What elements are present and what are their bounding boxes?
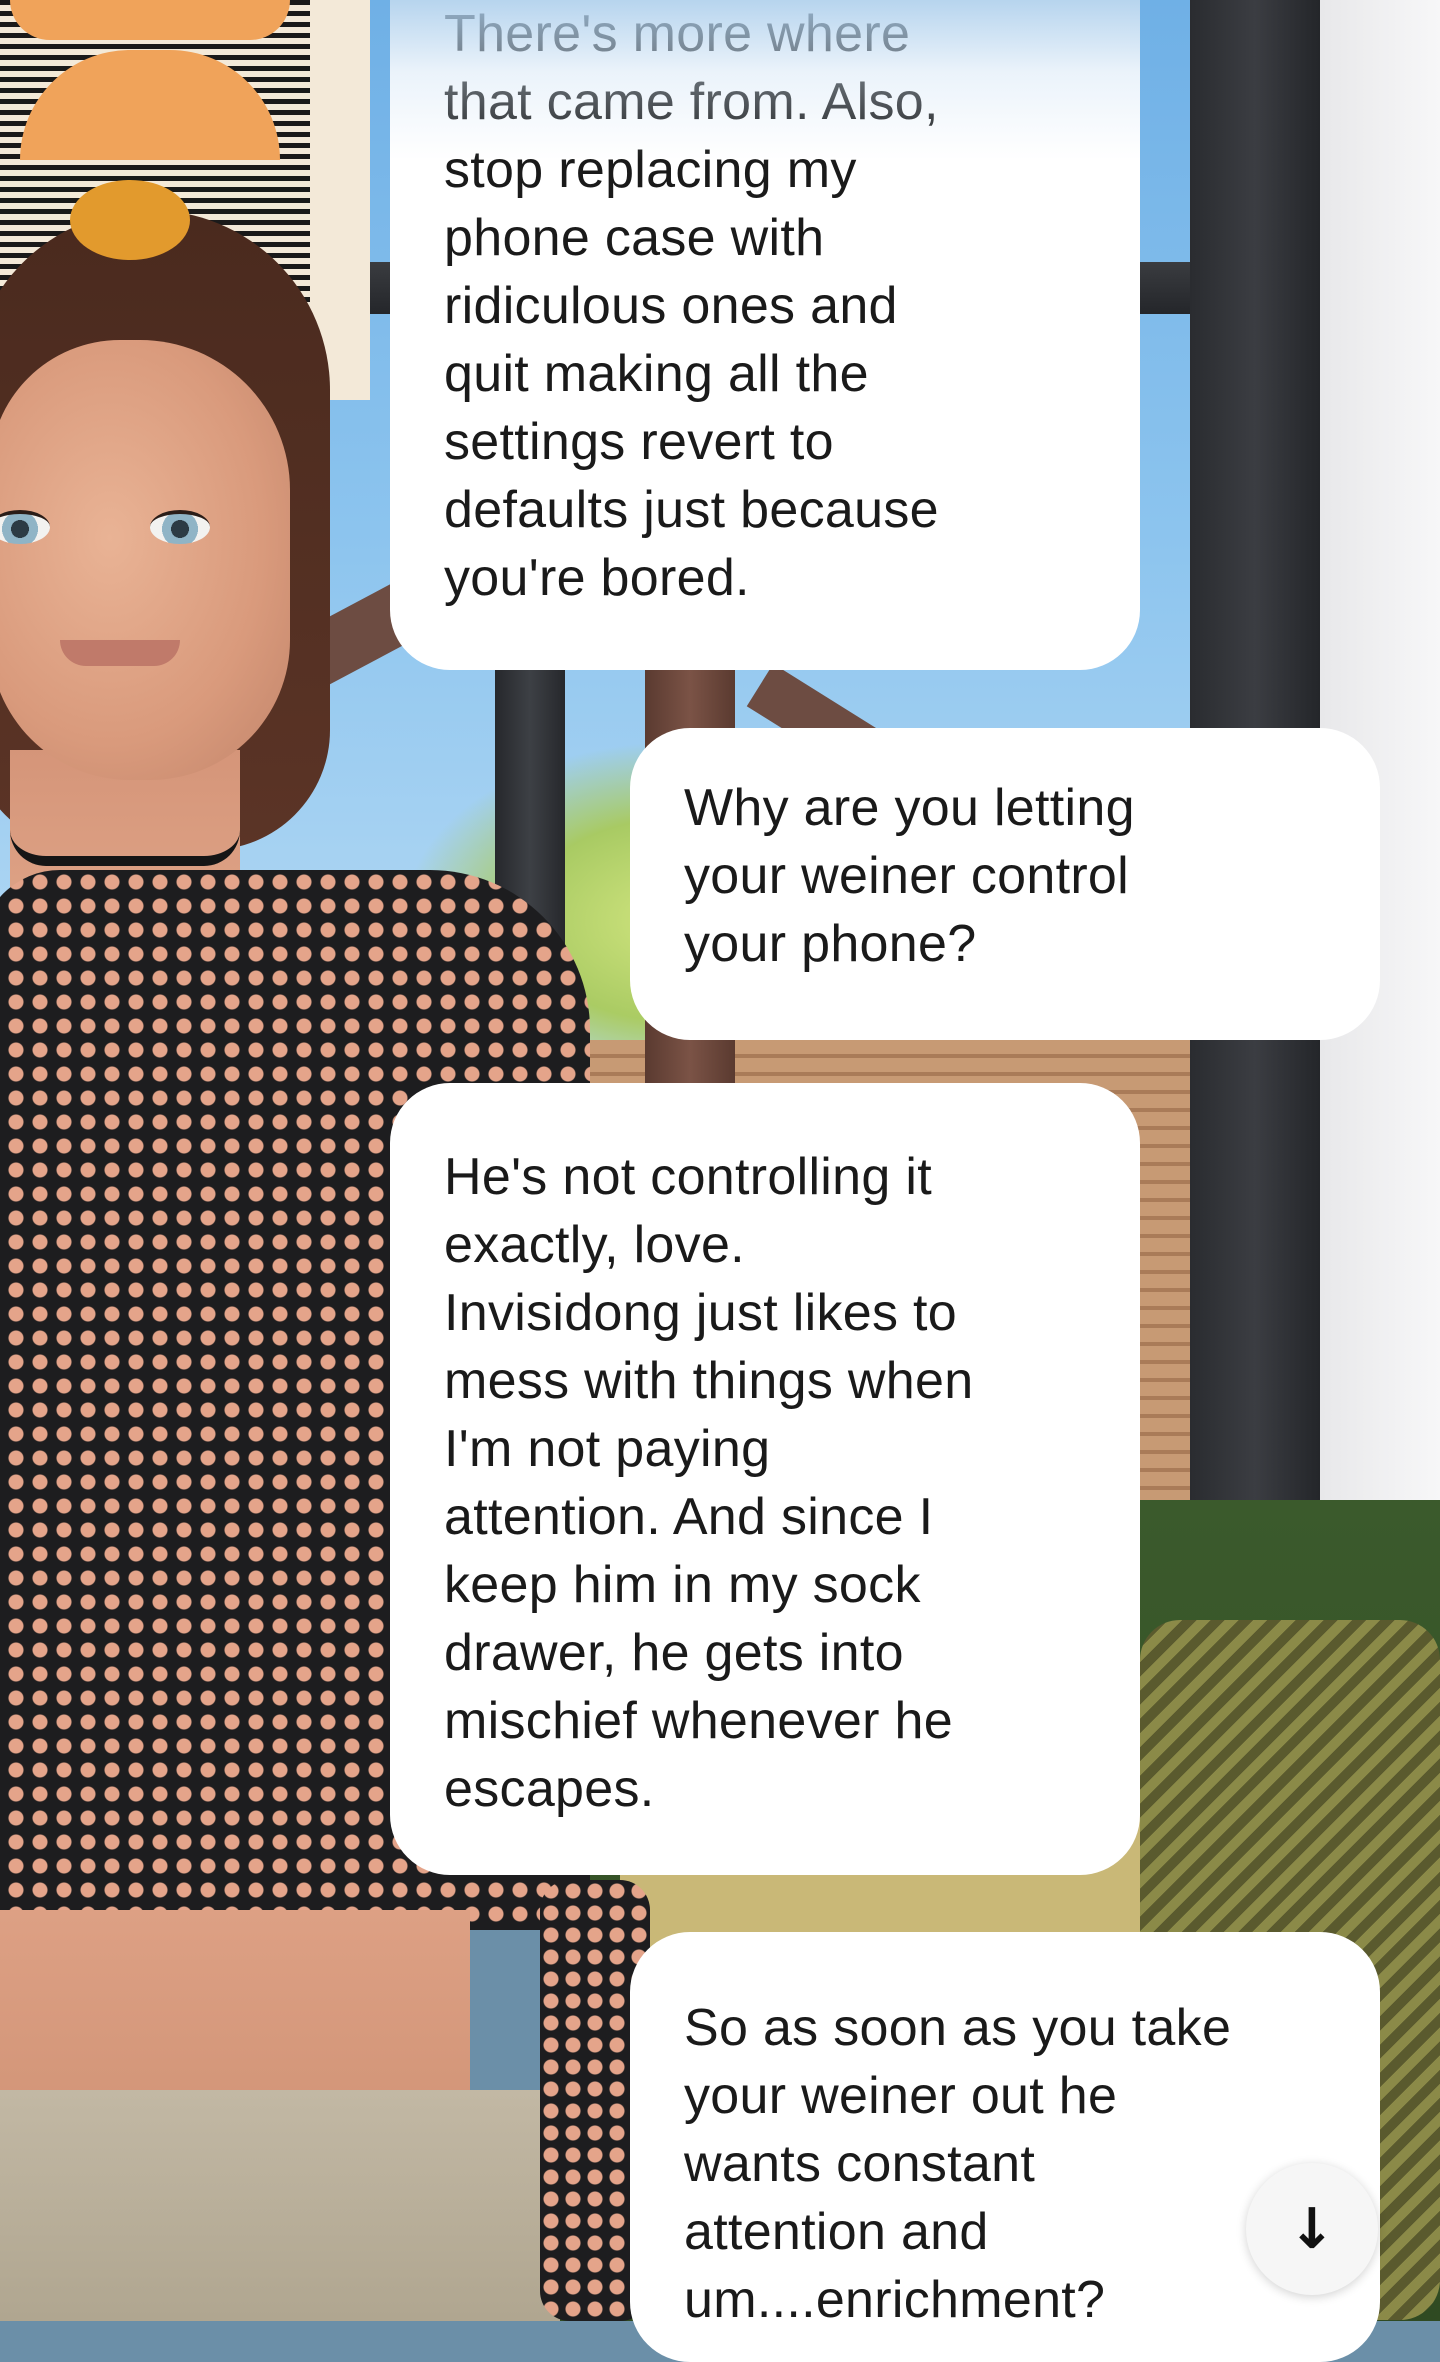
message-bubble-ai: He's not controlling it exactly, love. I… [390,1083,1140,1875]
message-text: So as soon as you take your weiner out h… [684,1999,1232,2329]
arrow-down-icon: ↓ [1288,2196,1336,2262]
message-bubble-user: Why are you letting your weiner control … [630,728,1380,1040]
scroll-to-bottom-button[interactable]: ↓ [1246,2163,1378,2295]
message-text: There's more where that came from. Also,… [444,5,939,607]
message-text: Why are you letting your weiner control … [684,779,1135,973]
message-text: He's not controlling it exactly, love. I… [444,1148,974,1818]
message-bubble-ai: There's more where that came from. Also,… [390,0,1140,670]
message-bubble-user: So as soon as you take your weiner out h… [630,1932,1380,2362]
chat-thread[interactable]: There's more where that came from. Also,… [0,0,1440,2362]
